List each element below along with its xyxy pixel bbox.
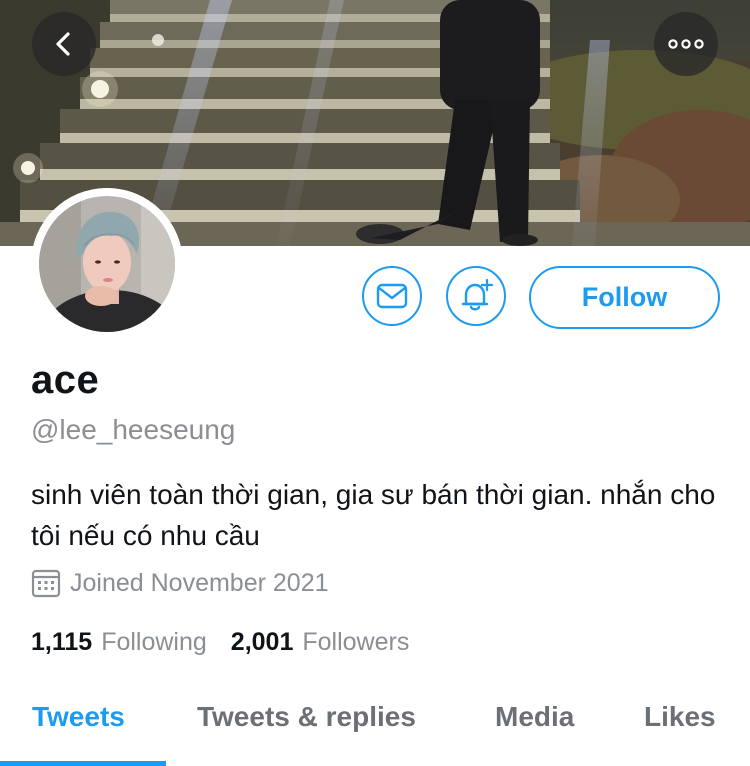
active-tab-indicator [0, 761, 166, 766]
followers-count: 2,001 [230, 628, 294, 656]
chevron-left-icon [56, 32, 70, 56]
display-name: ace [31, 358, 100, 402]
tab-media[interactable]: Media [495, 701, 574, 733]
following-count: 1,115 [31, 628, 93, 656]
follow-button[interactable]: Follow [529, 266, 720, 329]
calendar-icon [31, 569, 61, 598]
bell-plus-icon [461, 278, 494, 311]
profile-page: Follow ace @lee_heeseung sinh viên toàn … [0, 0, 750, 766]
notifications-button[interactable] [446, 266, 506, 326]
joined-date: Joined November 2021 [31, 568, 329, 598]
followers-label: Followers [302, 628, 410, 656]
profile-bio: sinh viên toàn thời gian, gia sư bán thờ… [31, 479, 716, 551]
profile-tabs: Tweets Tweets & replies Media Likes [0, 683, 750, 766]
tab-tweets-replies[interactable]: Tweets & replies [197, 701, 416, 733]
following-link[interactable]: 1,115 Following [31, 628, 207, 657]
followers-link[interactable]: 2,001 Followers [231, 628, 410, 657]
message-button[interactable] [362, 266, 422, 326]
tab-tweets[interactable]: Tweets [32, 701, 125, 733]
profile-stats: 1,115 Following 2,001 Followers [31, 628, 409, 657]
more-options-button[interactable] [654, 12, 718, 76]
back-button[interactable] [32, 12, 96, 76]
envelope-icon [376, 283, 408, 309]
tab-likes[interactable]: Likes [644, 701, 716, 733]
more-horizontal-icon [668, 39, 704, 49]
joined-date-text: Joined November 2021 [70, 568, 329, 597]
avatar-photo [31, 188, 183, 340]
following-label: Following [101, 628, 207, 656]
avatar[interactable] [31, 188, 183, 340]
user-handle: @lee_heeseung [31, 414, 236, 445]
